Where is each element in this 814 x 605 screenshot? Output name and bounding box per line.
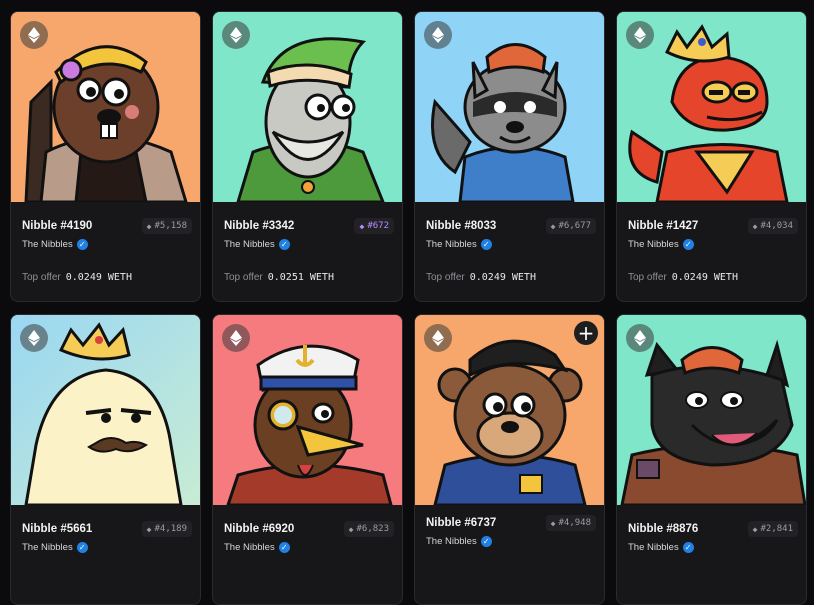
nft-card[interactable]: + Nibble #6737 ◆ #4,948 The Nibbles ✓ xyxy=(414,314,605,605)
top-offer: Top offer 0.0249 WETH xyxy=(628,272,798,283)
nft-card[interactable]: Nibble #3342 ◆ #672 The Nibbles ✓ Top off… xyxy=(212,11,403,302)
rarity-rank: #4,034 xyxy=(760,221,793,231)
top-offer: Top offer 0.0249 WETH xyxy=(22,272,192,283)
rarity-rank-badge: ◆ #5,158 xyxy=(141,218,192,234)
top-offer-value: 0.0249 WETH xyxy=(671,272,738,283)
nft-image xyxy=(617,315,806,505)
rarity-diamond-icon: ◆ xyxy=(359,221,365,231)
rarity-diamond-icon: ◆ xyxy=(752,221,758,231)
rarity-rank: #4,948 xyxy=(558,518,591,528)
rarity-rank-badge: ◆ #672 xyxy=(354,218,394,234)
nft-name[interactable]: Nibble #3342 xyxy=(224,220,294,232)
rarity-rank-badge: ◆ #4,948 xyxy=(545,515,596,531)
ethereum-icon xyxy=(222,21,250,49)
top-offer-value: 0.0249 WETH xyxy=(469,272,536,283)
verified-check-icon: ✓ xyxy=(76,239,88,250)
collection-name: The Nibbles xyxy=(224,239,275,250)
collection-link[interactable]: The Nibbles ✓ xyxy=(628,542,798,553)
collection-name: The Nibbles xyxy=(426,536,477,547)
nft-grid: Nibble #4190 ◆ #5,158 The Nibbles ✓ Top o… xyxy=(10,11,808,605)
nft-image xyxy=(213,12,402,202)
top-offer-value: 0.0249 WETH xyxy=(65,272,132,283)
nft-name[interactable]: Nibble #5661 xyxy=(22,523,92,535)
nft-card[interactable]: Nibble #1427 ◆ #4,034 The Nibbles ✓ Top o… xyxy=(616,11,807,302)
nft-image xyxy=(11,315,200,505)
nft-image xyxy=(415,12,604,202)
rarity-rank: #6,823 xyxy=(356,524,389,534)
rarity-rank-badge: ◆ #6,823 xyxy=(343,521,394,537)
nft-name[interactable]: Nibble #6920 xyxy=(224,523,294,535)
top-offer-label: Top offer xyxy=(22,272,61,283)
rarity-diamond-icon: ◆ xyxy=(146,221,152,231)
add-to-cart-button[interactable]: + xyxy=(574,321,598,345)
rarity-rank-badge: ◆ #2,841 xyxy=(747,521,798,537)
collection-link[interactable]: The Nibbles ✓ xyxy=(426,536,596,547)
collection-link[interactable]: The Nibbles ✓ xyxy=(426,239,596,250)
nft-card[interactable]: Nibble #5661 ◆ #4,189 The Nibbles ✓ xyxy=(10,314,201,605)
collection-link[interactable]: The Nibbles ✓ xyxy=(224,239,394,250)
collection-name: The Nibbles xyxy=(224,542,275,553)
nft-image xyxy=(617,12,806,202)
top-offer-label: Top offer xyxy=(426,272,465,283)
rarity-rank: #6,677 xyxy=(558,221,591,231)
verified-check-icon: ✓ xyxy=(278,542,290,553)
ethereum-icon xyxy=(222,324,250,352)
collection-link[interactable]: The Nibbles ✓ xyxy=(22,239,192,250)
rarity-rank-badge: ◆ #4,034 xyxy=(747,218,798,234)
collection-name: The Nibbles xyxy=(22,542,73,553)
verified-check-icon: ✓ xyxy=(278,239,290,250)
rarity-rank: #672 xyxy=(367,221,389,231)
verified-check-icon: ✓ xyxy=(682,239,694,250)
verified-check-icon: ✓ xyxy=(76,542,88,553)
nft-name[interactable]: Nibble #1427 xyxy=(628,220,698,232)
ethereum-icon xyxy=(626,21,654,49)
ethereum-icon xyxy=(20,324,48,352)
rarity-rank: #4,189 xyxy=(154,524,187,534)
ethereum-icon xyxy=(424,324,452,352)
collection-link[interactable]: The Nibbles ✓ xyxy=(22,542,192,553)
collection-link[interactable]: The Nibbles ✓ xyxy=(628,239,798,250)
collection-name: The Nibbles xyxy=(628,542,679,553)
collection-name: The Nibbles xyxy=(628,239,679,250)
nft-card[interactable]: Nibble #4190 ◆ #5,158 The Nibbles ✓ Top o… xyxy=(10,11,201,302)
nft-card[interactable]: Nibble #8876 ◆ #2,841 The Nibbles ✓ xyxy=(616,314,807,605)
rarity-rank: #5,158 xyxy=(154,221,187,231)
ethereum-icon xyxy=(424,21,452,49)
collection-name: The Nibbles xyxy=(22,239,73,250)
nft-name[interactable]: Nibble #8033 xyxy=(426,220,496,232)
ethereum-icon xyxy=(20,21,48,49)
rarity-rank: #2,841 xyxy=(760,524,793,534)
top-offer-value: 0.0251 WETH xyxy=(267,272,334,283)
top-offer-label: Top offer xyxy=(224,272,263,283)
top-offer: Top offer 0.0251 WETH xyxy=(224,272,394,283)
nft-image xyxy=(11,12,200,202)
rarity-rank-badge: ◆ #4,189 xyxy=(141,521,192,537)
rarity-diamond-icon: ◆ xyxy=(550,518,556,528)
rarity-rank-badge: ◆ #6,677 xyxy=(545,218,596,234)
nft-name[interactable]: Nibble #8876 xyxy=(628,523,698,535)
nft-name[interactable]: Nibble #4190 xyxy=(22,220,92,232)
collection-link[interactable]: The Nibbles ✓ xyxy=(224,542,394,553)
collection-name: The Nibbles xyxy=(426,239,477,250)
verified-check-icon: ✓ xyxy=(480,536,492,547)
rarity-diamond-icon: ◆ xyxy=(752,524,758,534)
nft-card[interactable]: Nibble #8033 ◆ #6,677 The Nibbles ✓ Top o… xyxy=(414,11,605,302)
rarity-diamond-icon: ◆ xyxy=(146,524,152,534)
ethereum-icon xyxy=(626,324,654,352)
nft-image xyxy=(213,315,402,505)
top-offer: Top offer 0.0249 WETH xyxy=(426,272,596,283)
rarity-diamond-icon: ◆ xyxy=(550,221,556,231)
nft-card[interactable]: Nibble #6920 ◆ #6,823 The Nibbles ✓ xyxy=(212,314,403,605)
top-offer-label: Top offer xyxy=(628,272,667,283)
verified-check-icon: ✓ xyxy=(480,239,492,250)
rarity-diamond-icon: ◆ xyxy=(348,524,354,534)
nft-image: + xyxy=(415,315,604,505)
nft-name[interactable]: Nibble #6737 xyxy=(426,517,496,529)
verified-check-icon: ✓ xyxy=(682,542,694,553)
